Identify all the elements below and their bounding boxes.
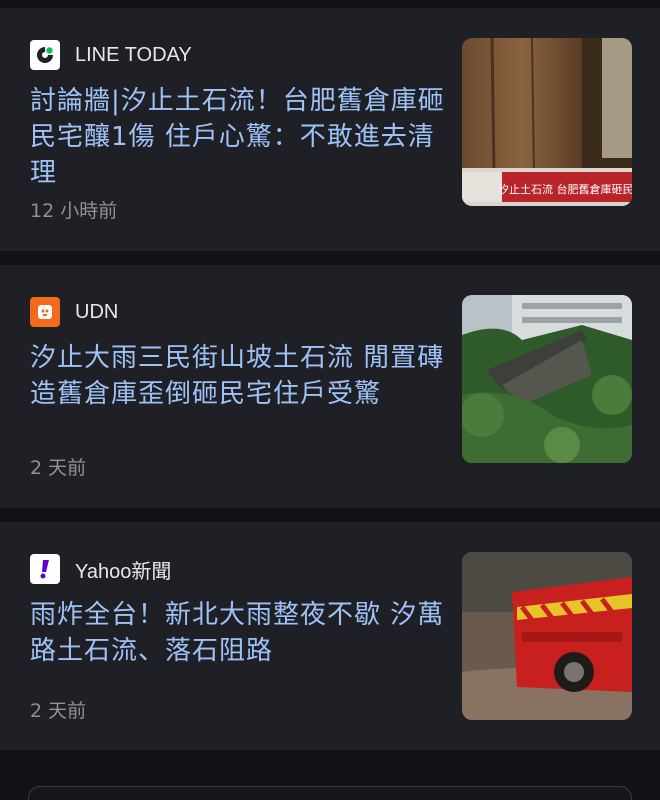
line-today-logo-icon (30, 40, 60, 70)
news-feed: LINE TODAY 討論牆|汐止土石流！台肥舊倉庫砸民宅釀1傷 住戶心驚：不敢… (0, 0, 660, 800)
timestamp: 12 小時前 (30, 200, 118, 222)
udn-logo-icon (30, 297, 60, 327)
news-card[interactable]: UDN 汐止大雨三民街山坡土石流 閒置磚造舊倉庫歪倒砸民宅住戶受驚 2 天前 (0, 265, 660, 508)
news-card[interactable]: Yahoo新聞 雨炸全台！新北大雨整夜不歇 汐萬路土石流、落石阻路 2 天前 (0, 522, 660, 750)
article-thumbnail[interactable] (462, 552, 632, 720)
timestamp: 2 天前 (30, 457, 87, 479)
next-card-partial[interactable] (28, 786, 632, 800)
yahoo-news-logo-icon (30, 554, 60, 584)
source-name: LINE TODAY (75, 43, 192, 66)
thumbnail-caption: 汐止土石流 台肥舊倉庫砸民宅 (498, 182, 632, 196)
timestamp: 2 天前 (30, 700, 87, 722)
news-card[interactable]: LINE TODAY 討論牆|汐止土石流！台肥舊倉庫砸民宅釀1傷 住戶心驚：不敢… (0, 8, 660, 251)
article-thumbnail[interactable]: 汐止土石流 台肥舊倉庫砸民宅 (462, 38, 632, 206)
article-thumbnail[interactable] (462, 295, 632, 463)
source-name: Yahoo新聞 (75, 560, 172, 583)
news-source: UDN (30, 297, 118, 327)
news-source: LINE TODAY (30, 40, 192, 70)
headline[interactable]: 汐止大雨三民街山坡土石流 閒置磚造舊倉庫歪倒砸民宅住戶受驚 (30, 340, 445, 412)
headline[interactable]: 雨炸全台！新北大雨整夜不歇 汐萬路土石流、落石阻路 (30, 597, 445, 669)
source-name: UDN (75, 300, 119, 323)
headline[interactable]: 討論牆|汐止土石流！台肥舊倉庫砸民宅釀1傷 住戶心驚：不敢進去清理 (30, 83, 445, 191)
news-source: Yahoo新聞 (30, 554, 171, 584)
